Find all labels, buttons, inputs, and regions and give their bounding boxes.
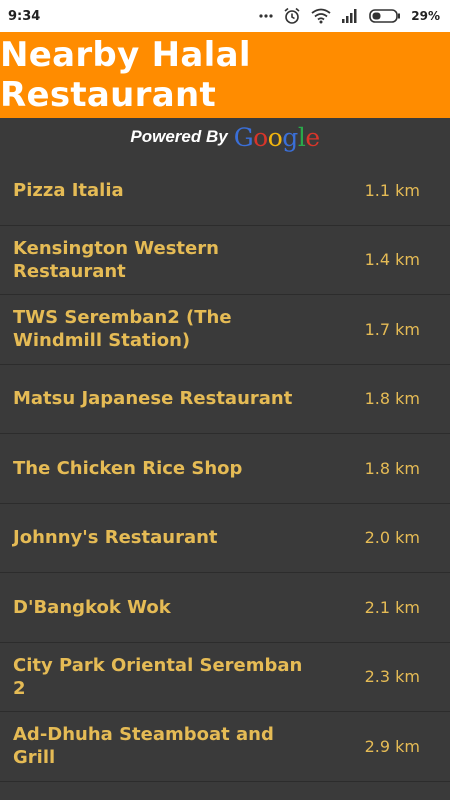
restaurant-name: City Park Oriental Seremban 2 [13,654,303,699]
restaurant-row[interactable]: Johnny's Restaurant 2.0 km [0,504,450,573]
status-icons: 29% [259,7,440,25]
status-time: 9:34 [8,8,41,24]
restaurant-distance: 1.4 km [364,250,420,270]
restaurant-row[interactable]: Kensington Western Restaurant 1.4 km [0,226,450,295]
restaurant-row[interactable]: City Park Oriental Seremban 2 2.3 km [0,643,450,712]
battery-icon [369,9,401,23]
google-letter: G [233,122,254,152]
restaurant-distance: 1.8 km [364,458,420,478]
restaurant-row[interactable]: Pizza Italia 1.1 km [0,156,450,226]
restaurant-distance: 2.3 km [364,667,420,687]
restaurant-list: Pizza Italia 1.1 km Kensington Western R… [0,156,450,782]
restaurant-name: Ad-Dhuha Steamboat and Grill [13,724,274,769]
dots-icon [259,13,273,19]
signal-icon [341,8,359,24]
restaurant-name: D'Bangkok Wok [13,596,171,618]
google-letter: e [305,122,320,152]
restaurant-distance: 1.1 km [364,180,420,200]
restaurant-name: Kensington Western Restaurant [13,237,219,282]
google-letter: o [267,122,283,152]
restaurant-row[interactable]: D'Bangkok Wok 2.1 km [0,573,450,643]
restaurant-distance: 2.0 km [364,528,420,548]
page-title: Nearby Halal Restaurant [0,35,251,115]
powered-by-google: Powered By Google [0,118,450,156]
restaurant-row[interactable]: The Chicken Rice Shop 1.8 km [0,434,450,504]
google-letter: o [253,122,268,152]
wifi-icon [311,8,331,24]
google-logo: Google [234,123,320,152]
battery-percent: 29% [411,9,440,23]
restaurant-distance: 2.1 km [364,597,420,617]
app-header: Nearby Halal Restaurant [0,32,450,118]
restaurant-name: Matsu Japanese Restaurant [13,388,293,410]
status-bar: 9:34 29% [0,0,450,32]
restaurant-distance: 1.8 km [364,389,420,409]
restaurant-row[interactable]: Ad-Dhuha Steamboat and Grill 2.9 km [0,712,450,782]
restaurant-distance: 2.9 km [364,736,420,756]
restaurant-name: TWS Seremban2 (The Windmill Station) [13,307,232,352]
alarm-icon [283,7,301,25]
restaurant-name: Johnny's Restaurant [13,527,218,549]
restaurant-row[interactable]: Matsu Japanese Restaurant 1.8 km [0,365,450,434]
restaurant-row[interactable]: TWS Seremban2 (The Windmill Station) 1.7… [0,295,450,365]
restaurant-name: Pizza Italia [13,179,124,201]
restaurant-name: The Chicken Rice Shop [13,457,243,479]
powered-by-label: Powered By [130,127,228,146]
google-letter: g [282,122,298,152]
restaurant-distance: 1.7 km [364,319,420,339]
